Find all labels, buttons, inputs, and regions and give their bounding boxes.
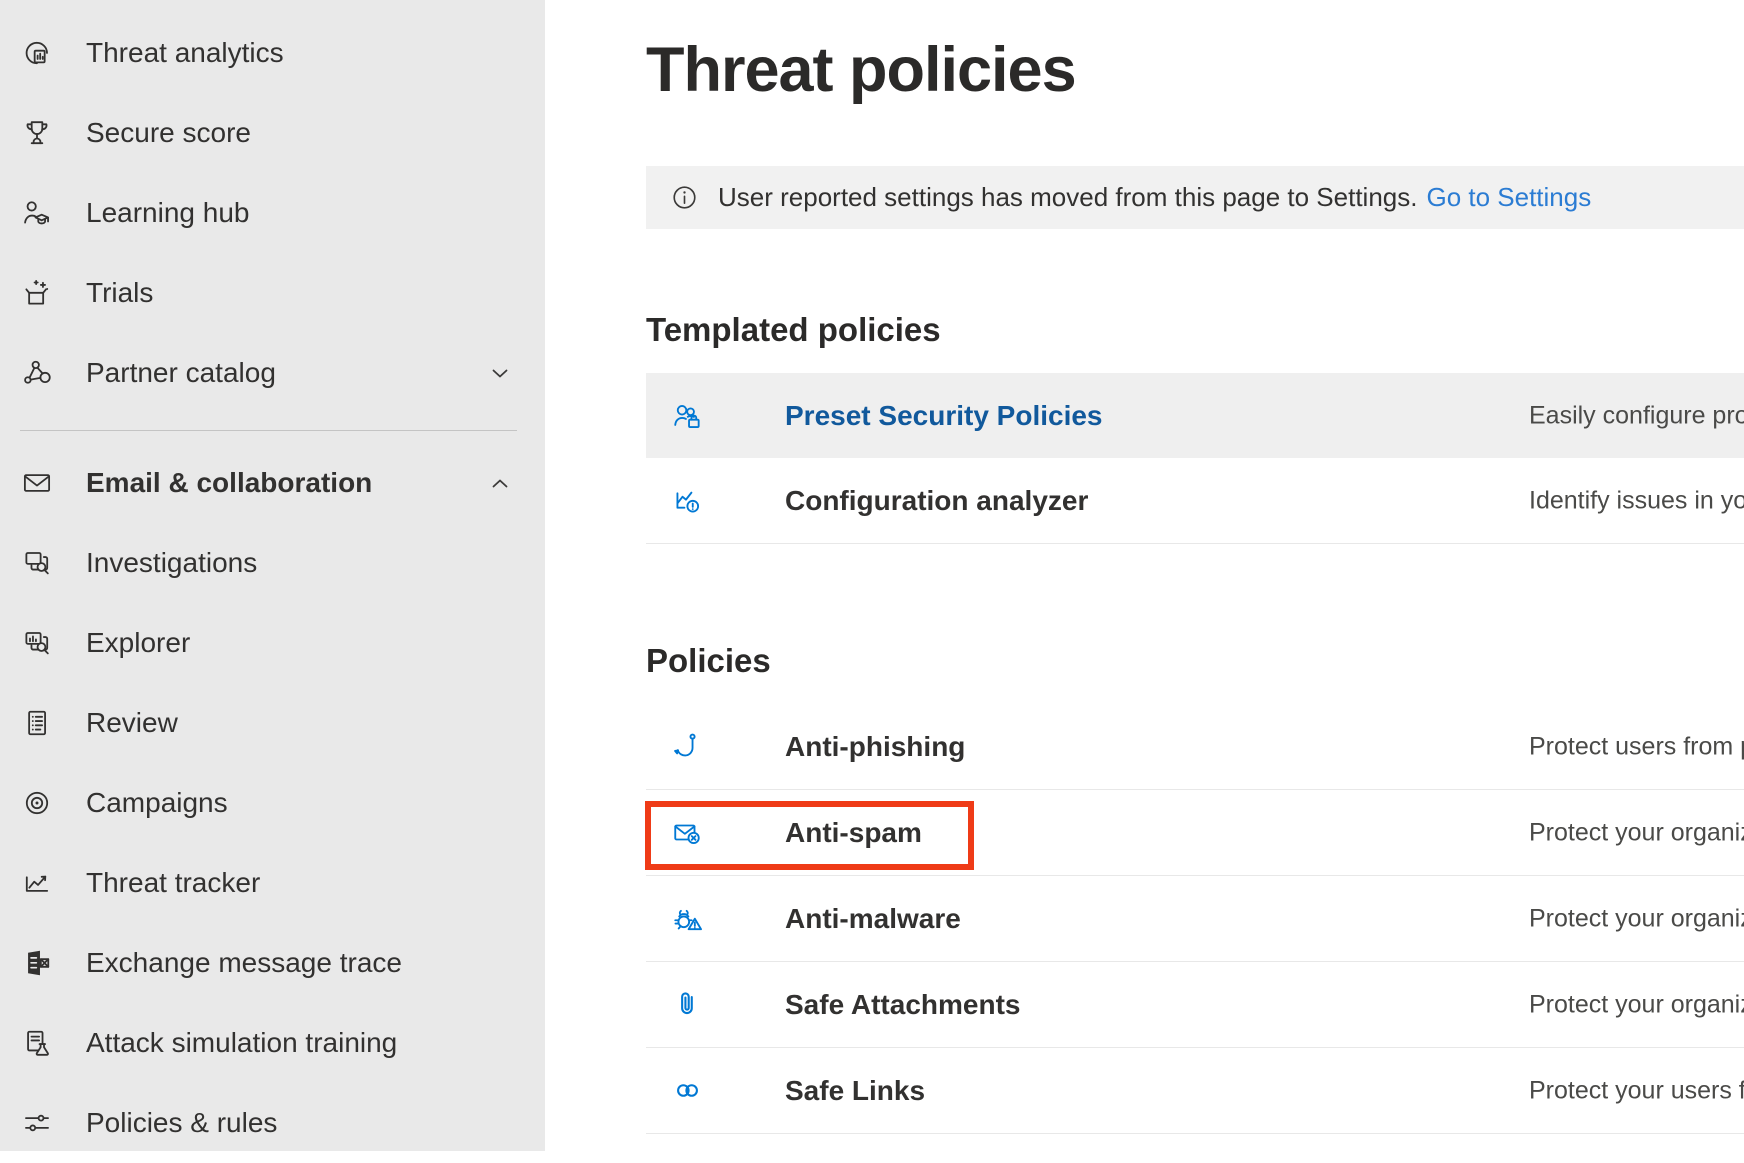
safe-attachments-icon xyxy=(670,987,705,1022)
policy-row-preset-security-policies[interactable]: Preset Security Policies Easily configur… xyxy=(646,373,1744,458)
policy-link[interactable]: Preset Security Policies xyxy=(785,400,1103,432)
anti-phishing-icon xyxy=(670,729,705,764)
mail-icon xyxy=(20,466,54,500)
sidebar-item-label: Review xyxy=(86,707,178,739)
anti-malware-icon xyxy=(670,901,705,936)
policy-description: Easily configure prot xyxy=(1529,401,1744,430)
configuration-analyzer-icon xyxy=(670,483,705,518)
sidebar-item-exchange-message-trace[interactable]: Exchange message trace xyxy=(0,923,545,1003)
sidebar-item-label: Explorer xyxy=(86,627,190,659)
policy-description: Protect your organiz xyxy=(1529,990,1744,1019)
policy-link[interactable]: Configuration analyzer xyxy=(785,485,1088,517)
sidebar-item-investigations[interactable]: Investigations xyxy=(0,523,545,603)
anti-spam-icon xyxy=(670,815,705,850)
banner-text: User reported settings has moved from th… xyxy=(718,182,1417,213)
investigations-icon xyxy=(20,546,54,580)
policy-description: Protect your organiz xyxy=(1529,904,1744,933)
sidebar-item-learning-hub[interactable]: Learning hub xyxy=(0,173,545,253)
attack-simulation-icon xyxy=(20,1026,54,1060)
sidebar-item-explorer[interactable]: Explorer xyxy=(0,603,545,683)
explorer-icon xyxy=(20,626,54,660)
policy-link[interactable]: Safe Attachments xyxy=(785,989,1020,1021)
chevron-down-icon[interactable] xyxy=(488,361,512,385)
sidebar-item-review[interactable]: Review xyxy=(0,683,545,763)
sidebar-item-threat-analytics[interactable]: Threat analytics xyxy=(0,13,545,93)
policy-description: Protect your organiz xyxy=(1529,818,1744,847)
exchange-icon xyxy=(20,946,54,980)
sidebar-item-label: Trials xyxy=(86,277,153,309)
sidebar-section-email-collaboration[interactable]: Email & collaboration xyxy=(0,443,545,523)
sidebar-item-label: Attack simulation training xyxy=(86,1027,397,1059)
sidebar: Threat analytics Secure score Learning h… xyxy=(0,0,545,1151)
policy-row-anti-phishing[interactable]: Anti-phishing Protect users from p xyxy=(646,704,1744,790)
sidebar-item-secure-score[interactable]: Secure score xyxy=(0,93,545,173)
sidebar-item-threat-tracker[interactable]: Threat tracker xyxy=(0,843,545,923)
templated-policies-heading: Templated policies xyxy=(646,310,1744,350)
policies-rules-icon xyxy=(20,1106,54,1140)
sidebar-item-label: Secure score xyxy=(86,117,251,149)
info-icon xyxy=(669,182,700,213)
trophy-icon xyxy=(20,116,54,150)
sidebar-item-label: Campaigns xyxy=(86,787,228,819)
sidebar-item-label: Learning hub xyxy=(86,197,249,229)
policy-link[interactable]: Anti-malware xyxy=(785,903,961,935)
sidebar-item-trials[interactable]: Trials xyxy=(0,253,545,333)
threat-analytics-icon xyxy=(20,36,54,70)
policy-row-anti-malware[interactable]: Anti-malware Protect your organiz xyxy=(646,876,1744,962)
chevron-up-icon[interactable] xyxy=(488,471,512,495)
policy-link[interactable]: Anti-spam xyxy=(785,817,922,849)
policy-row-configuration-analyzer[interactable]: Configuration analyzer Identify issues i… xyxy=(646,458,1744,544)
sidebar-item-attack-simulation-training[interactable]: Attack simulation training xyxy=(0,1003,545,1083)
sidebar-item-label: Partner catalog xyxy=(86,357,276,389)
partner-catalog-icon xyxy=(20,356,54,390)
threat-tracker-icon xyxy=(20,866,54,900)
sidebar-divider xyxy=(20,430,517,431)
preset-security-policies-icon xyxy=(670,398,705,433)
safe-links-icon xyxy=(670,1073,705,1108)
policy-description: Identify issues in you xyxy=(1529,486,1744,515)
policy-description: Protect users from p xyxy=(1529,732,1744,761)
policy-row-safe-links[interactable]: Safe Links Protect your users fr xyxy=(646,1048,1744,1134)
go-to-settings-link[interactable]: Go to Settings xyxy=(1426,182,1591,213)
policies-heading: Policies xyxy=(646,641,1744,681)
policy-link[interactable]: Anti-phishing xyxy=(785,731,965,763)
trials-icon xyxy=(20,276,54,310)
sidebar-section-label: Email & collaboration xyxy=(86,467,372,499)
review-icon xyxy=(20,706,54,740)
sidebar-item-campaigns[interactable]: Campaigns xyxy=(0,763,545,843)
policy-row-anti-spam[interactable]: Anti-spam Protect your organiz xyxy=(646,790,1744,876)
policy-link[interactable]: Safe Links xyxy=(785,1075,925,1107)
campaigns-icon xyxy=(20,786,54,820)
page-title: Threat policies xyxy=(646,36,1744,104)
sidebar-item-label: Policies & rules xyxy=(86,1107,277,1139)
info-banner: User reported settings has moved from th… xyxy=(646,166,1744,229)
policies-list: Anti-phishing Protect users from p Anti-… xyxy=(646,704,1744,1134)
main-content: Threat policies User reported settings h… xyxy=(545,0,1744,1151)
sidebar-item-policies-rules[interactable]: Policies & rules xyxy=(0,1083,545,1163)
templated-policies-list: Preset Security Policies Easily configur… xyxy=(646,373,1744,544)
sidebar-item-label: Threat tracker xyxy=(86,867,260,899)
sidebar-item-label: Investigations xyxy=(86,547,257,579)
sidebar-item-label: Threat analytics xyxy=(86,37,284,69)
learning-hub-icon xyxy=(20,196,54,230)
sidebar-item-partner-catalog[interactable]: Partner catalog xyxy=(0,333,545,413)
policy-description: Protect your users fr xyxy=(1529,1076,1744,1105)
sidebar-item-label: Exchange message trace xyxy=(86,947,402,979)
policy-row-safe-attachments[interactable]: Safe Attachments Protect your organiz xyxy=(646,962,1744,1048)
